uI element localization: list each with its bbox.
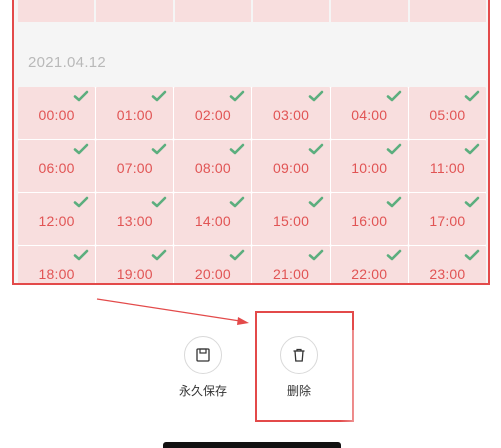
check-icon	[230, 249, 245, 261]
hour-slot-time: 05:00	[429, 106, 466, 123]
hour-slot[interactable]: 17:00	[408, 193, 486, 245]
check-icon	[73, 143, 89, 155]
delete-label: 删除	[286, 384, 311, 398]
hour-slot[interactable]: 11:00	[408, 140, 486, 192]
partial-slot[interactable]	[409, 0, 486, 22]
hour-slot[interactable]: 07:00	[96, 140, 174, 192]
hour-slot-time: 16:00	[351, 212, 388, 229]
hour-slot-time: 21:00	[273, 265, 310, 282]
home-indicator[interactable]	[163, 442, 341, 448]
hour-slot[interactable]: 05:00	[408, 87, 486, 139]
hour-slot[interactable]: 14:00	[174, 193, 252, 245]
hour-slot-time: 08:00	[194, 159, 231, 176]
check-icon	[464, 90, 480, 102]
check-icon	[308, 196, 323, 208]
hour-slot[interactable]: 12:00	[18, 193, 96, 245]
save-permanently-button[interactable]: 永久保存	[168, 336, 238, 399]
recording-calendar-panel: 2021.04.12 00:00 01:00 02:00 03:00 04:00 05:0…	[12, 0, 490, 285]
check-icon	[308, 90, 323, 102]
check-icon	[152, 143, 167, 155]
hour-slot[interactable]: 10:00	[330, 140, 408, 192]
hour-slot-grid: 00:00 01:00 02:00 03:00 04:00 05:00 06:00 07:00…	[18, 87, 486, 283]
hour-slot-time: 00:00	[38, 106, 75, 123]
partial-slot[interactable]	[331, 0, 408, 22]
delete-button[interactable]: 删除	[264, 336, 334, 399]
hour-slot[interactable]: 02:00	[174, 87, 252, 139]
check-icon	[73, 196, 89, 208]
check-icon	[464, 143, 480, 155]
hour-slot-time: 06:00	[38, 159, 75, 176]
save-icon	[184, 336, 222, 374]
trash-icon	[280, 336, 318, 374]
partial-slot[interactable]	[174, 0, 251, 22]
hour-slot[interactable]: 15:00	[252, 193, 330, 245]
hour-slot[interactable]: 04:00	[330, 87, 408, 139]
check-icon	[152, 196, 167, 208]
hour-slot[interactable]: 06:00	[18, 140, 96, 192]
hour-slot[interactable]: 03:00	[252, 87, 330, 139]
hour-slot-time: 19:00	[116, 265, 153, 282]
hour-slot-time: 14:00	[194, 212, 231, 229]
hour-slot[interactable]: 23:00	[408, 246, 486, 283]
hour-slot[interactable]: 19:00	[96, 246, 174, 283]
hour-slot-time: 23:00	[429, 265, 466, 282]
check-icon	[386, 143, 402, 155]
hour-slot-time: 22:00	[351, 265, 388, 282]
hour-slot[interactable]: 00:00	[18, 87, 96, 139]
hour-slot-time: 03:00	[273, 106, 310, 123]
check-icon	[464, 196, 480, 208]
check-icon	[73, 90, 89, 102]
partial-slot[interactable]	[18, 0, 95, 22]
hour-slot-time: 10:00	[351, 159, 388, 176]
partial-slot[interactable]	[96, 0, 173, 22]
previous-day-slots	[18, 0, 486, 22]
check-icon	[230, 196, 245, 208]
hour-slot[interactable]: 09:00	[252, 140, 330, 192]
hour-slot-time: 13:00	[116, 212, 153, 229]
hour-slot[interactable]: 16:00	[330, 193, 408, 245]
hour-slot[interactable]: 08:00	[174, 140, 252, 192]
check-icon	[230, 143, 245, 155]
hour-slot-time: 12:00	[38, 212, 75, 229]
check-icon	[230, 90, 245, 102]
hour-slot-time: 01:00	[116, 106, 153, 123]
hour-slot[interactable]: 22:00	[330, 246, 408, 283]
hour-slot[interactable]: 21:00	[252, 246, 330, 283]
date-heading: 2021.04.12	[28, 54, 107, 71]
check-icon	[308, 143, 323, 155]
hour-slot-time: 17:00	[429, 212, 466, 229]
hour-slot-time: 04:00	[351, 106, 388, 123]
check-icon	[386, 90, 402, 102]
edge-fade	[340, 330, 400, 448]
check-icon	[152, 249, 167, 261]
hour-slot[interactable]: 20:00	[174, 246, 252, 283]
hour-slot-time: 09:00	[273, 159, 310, 176]
hour-slot-time: 18:00	[38, 265, 75, 282]
check-icon	[308, 249, 323, 261]
hour-slot[interactable]: 18:00	[18, 246, 96, 283]
hour-slot-time: 07:00	[116, 159, 153, 176]
hour-slot-time: 02:00	[194, 106, 231, 123]
hour-slot-time: 11:00	[429, 159, 465, 176]
hour-slot-time: 20:00	[194, 265, 231, 282]
check-icon	[464, 249, 480, 261]
partial-slot[interactable]	[253, 0, 330, 22]
check-icon	[386, 196, 402, 208]
check-icon	[152, 90, 167, 102]
check-icon	[73, 249, 89, 261]
save-permanently-label: 永久保存	[178, 384, 227, 398]
hour-slot[interactable]: 13:00	[96, 193, 174, 245]
hour-slot-time: 15:00	[273, 212, 310, 229]
hour-slot[interactable]: 01:00	[96, 87, 174, 139]
check-icon	[386, 249, 402, 261]
